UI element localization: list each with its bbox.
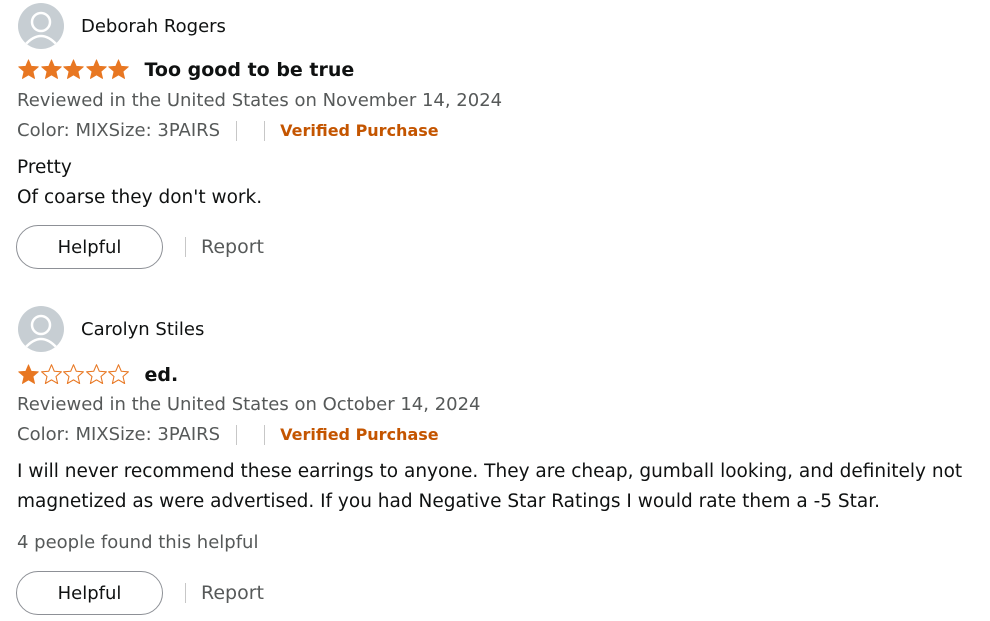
reviewer-profile[interactable]: Deborah Rogers bbox=[18, 3, 226, 49]
person-silhouette-icon bbox=[24, 314, 58, 349]
reviewer-profile[interactable]: Carolyn Stiles bbox=[18, 306, 204, 352]
verified-purchase-badge: Verified Purchase bbox=[280, 121, 439, 140]
divider bbox=[185, 583, 186, 603]
star-empty-icon bbox=[40, 364, 62, 385]
star-filled-icon bbox=[108, 59, 129, 79]
avatar bbox=[18, 3, 64, 49]
reviewer-name: Deborah Rogers bbox=[81, 15, 226, 37]
review-body-line: Of coarse they don't work. bbox=[17, 187, 263, 208]
divider bbox=[236, 424, 238, 445]
star-filled-icon bbox=[18, 59, 39, 79]
helpful-button[interactable]: Helpful bbox=[16, 225, 163, 269]
star-rating[interactable] bbox=[17, 58, 130, 81]
review-body-line: Pretty bbox=[17, 157, 72, 178]
review-actions: Helpful Report bbox=[16, 571, 264, 615]
review-body-line: I will never recommend these earrings to… bbox=[17, 461, 963, 512]
reviewer-name: Carolyn Stiles bbox=[81, 318, 205, 340]
rating-row: Too good to be true bbox=[17, 58, 354, 81]
review-title[interactable]: ed. bbox=[145, 364, 179, 386]
star-filled-icon bbox=[85, 59, 107, 79]
star-filled-icon bbox=[40, 59, 62, 79]
star-empty-icon bbox=[85, 364, 107, 385]
report-link[interactable]: Report bbox=[201, 582, 264, 604]
verified-purchase-badge: Verified Purchase bbox=[280, 425, 439, 444]
person-silhouette-icon bbox=[24, 11, 58, 46]
helpful-button[interactable]: Helpful bbox=[16, 571, 163, 615]
star-empty-icon bbox=[108, 364, 129, 385]
variant-text: Color: MIXSize: 3PAIRS bbox=[17, 120, 221, 141]
star-filled-icon bbox=[18, 364, 39, 384]
review-date: Reviewed in the United States on Novembe… bbox=[17, 90, 503, 111]
review-title[interactable]: Too good to be true bbox=[145, 59, 355, 81]
divider bbox=[236, 120, 238, 141]
variant-text: Color: MIXSize: 3PAIRS bbox=[17, 424, 221, 445]
star-empty-icon bbox=[63, 364, 84, 385]
variant-info: Color: MIXSize: 3PAIRS Verified Purchase bbox=[17, 120, 439, 141]
review-actions: Helpful Report bbox=[16, 225, 264, 269]
rating-row: ed. bbox=[17, 363, 178, 386]
divider bbox=[264, 120, 266, 141]
variant-info: Color: MIXSize: 3PAIRS Verified Purchase bbox=[17, 424, 439, 445]
avatar bbox=[18, 306, 64, 352]
report-link[interactable]: Report bbox=[201, 236, 264, 258]
review-body: I will never recommend these earrings to… bbox=[17, 457, 982, 517]
helpful-count: 4 people found this helpful bbox=[17, 532, 259, 553]
star-rating[interactable] bbox=[17, 363, 130, 386]
divider bbox=[264, 424, 266, 445]
star-filled-icon bbox=[63, 59, 84, 79]
divider bbox=[185, 237, 186, 257]
review-body: Pretty Of coarse they don't work. bbox=[17, 153, 982, 213]
review-date: Reviewed in the United States on October… bbox=[17, 394, 481, 415]
